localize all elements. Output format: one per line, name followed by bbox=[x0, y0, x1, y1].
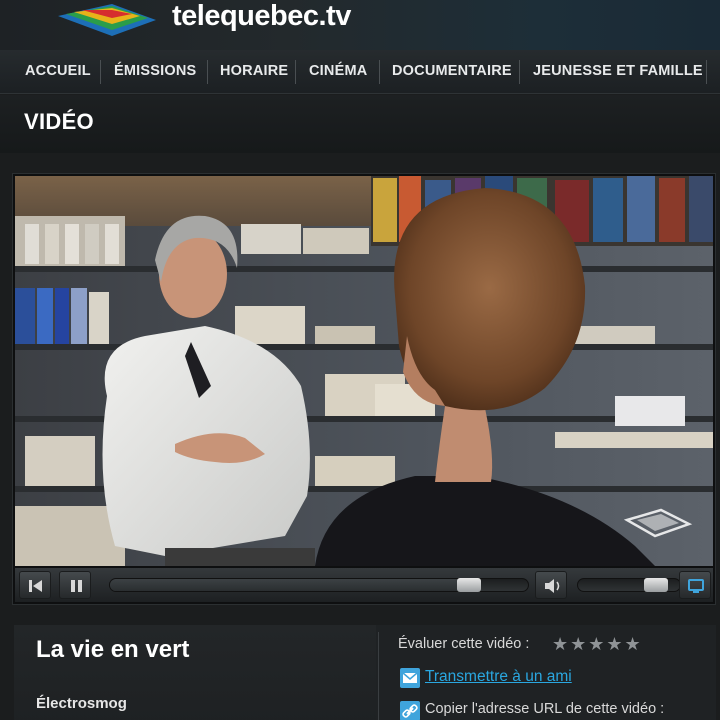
rewind-button[interactable] bbox=[19, 571, 51, 599]
seek-handle[interactable] bbox=[457, 578, 481, 592]
nav-item-accueil[interactable]: ACCUEIL bbox=[25, 50, 91, 94]
nav-separator bbox=[519, 60, 520, 84]
pause-icon bbox=[71, 580, 82, 592]
link-icon[interactable] bbox=[400, 701, 420, 720]
nav-separator bbox=[295, 60, 296, 84]
video-player bbox=[12, 173, 716, 605]
page-title: VIDÉO bbox=[24, 109, 94, 134]
site-logo-text[interactable]: telequebec.tv bbox=[172, 0, 351, 32]
rate-label: Évaluer cette vidéo : bbox=[398, 636, 530, 652]
nav-item-documentaire[interactable]: DOCUMENTAIRE bbox=[392, 50, 512, 94]
page: telequebec.tv ACCUEIL ÉMISSIONS HORAIRE … bbox=[0, 0, 720, 720]
volume-handle[interactable] bbox=[644, 578, 668, 592]
player-controls bbox=[15, 568, 713, 602]
speaker-icon bbox=[545, 579, 560, 593]
nav-separator bbox=[379, 60, 380, 84]
section-header: VIDÉO bbox=[0, 95, 720, 153]
volume-button[interactable] bbox=[535, 571, 567, 599]
nav-item-emissions[interactable]: ÉMISSIONS bbox=[114, 50, 196, 94]
nav-item-jeunesse-famille[interactable]: JEUNESSE ET FAMILLE bbox=[533, 50, 703, 94]
nav-item-cinema[interactable]: CINÉMA bbox=[309, 50, 367, 94]
nav-item-horaire[interactable]: HORAIRE bbox=[220, 50, 288, 94]
fullscreen-button[interactable] bbox=[679, 571, 711, 599]
pause-button[interactable] bbox=[59, 571, 91, 599]
info-divider bbox=[378, 632, 379, 720]
video-frame[interactable] bbox=[15, 176, 713, 566]
main-nav: ACCUEIL ÉMISSIONS HORAIRE CINÉMA DOCUMEN… bbox=[0, 50, 720, 94]
email-icon[interactable] bbox=[400, 668, 420, 688]
video-scene bbox=[15, 176, 713, 566]
nav-separator bbox=[100, 60, 101, 84]
nav-separator bbox=[207, 60, 208, 84]
send-to-friend-link[interactable]: Transmettre à un ami bbox=[425, 668, 572, 686]
screen-icon bbox=[688, 579, 704, 593]
nav-separator bbox=[706, 60, 707, 84]
copy-url-label: Copier l'adresse URL de cette vidéo : bbox=[425, 701, 665, 717]
skip-back-icon bbox=[29, 580, 42, 592]
video-title: La vie en vert bbox=[36, 636, 190, 663]
rating-stars[interactable]: ★★★★★ bbox=[552, 634, 643, 655]
site-header: telequebec.tv bbox=[0, 0, 720, 50]
episode-title: Électrosmog bbox=[36, 695, 127, 712]
volume-slider[interactable] bbox=[577, 578, 681, 592]
seek-progress bbox=[110, 579, 469, 591]
logo-icon[interactable] bbox=[52, 0, 164, 44]
seek-bar[interactable] bbox=[109, 578, 529, 592]
